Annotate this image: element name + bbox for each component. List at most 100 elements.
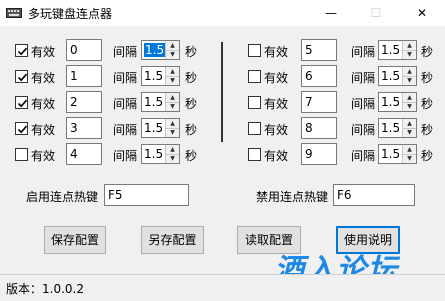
key-field[interactable]: 6 bbox=[301, 65, 337, 87]
interval-label: 间隔 bbox=[113, 45, 138, 59]
interval-value[interactable]: 1.5 bbox=[381, 147, 400, 161]
spin-down-icon[interactable]: ▼ bbox=[403, 50, 416, 59]
spinner-arrows[interactable]: ▲ ▼ bbox=[402, 41, 416, 59]
seconds-unit-label: 秒 bbox=[421, 149, 434, 163]
interval-value[interactable]: 1.5 bbox=[381, 95, 400, 109]
interval-value[interactable]: 1.5 bbox=[144, 95, 163, 109]
interval-value[interactable]: 1.5 bbox=[144, 43, 166, 57]
spinner-arrows[interactable]: ▲ ▼ bbox=[402, 145, 416, 163]
interval-label: 间隔 bbox=[113, 71, 138, 85]
spin-down-icon[interactable]: ▼ bbox=[403, 154, 416, 163]
version-label: 版本：1.0.0.2 bbox=[6, 282, 84, 296]
interval-spinner[interactable]: 1.5 ▲ ▼ bbox=[378, 144, 417, 164]
enable-checkbox[interactable] bbox=[248, 148, 261, 161]
interval-value[interactable]: 1.5 bbox=[144, 69, 163, 83]
spinner-arrows[interactable]: ▲ ▼ bbox=[165, 67, 179, 85]
spin-down-icon[interactable]: ▼ bbox=[166, 154, 179, 163]
spinner-arrows[interactable]: ▲ ▼ bbox=[402, 67, 416, 85]
interval-spinner[interactable]: 1.5 ▲ ▼ bbox=[141, 92, 180, 112]
spin-down-icon[interactable]: ▼ bbox=[403, 76, 416, 85]
keyboard-icon bbox=[6, 6, 22, 20]
enable-checkbox[interactable] bbox=[248, 122, 261, 135]
interval-label: 间隔 bbox=[351, 123, 376, 137]
checkmark-icon bbox=[17, 47, 28, 56]
key-field[interactable]: 8 bbox=[301, 117, 337, 139]
key-field[interactable]: 1 bbox=[66, 65, 102, 87]
enable-label: 有效 bbox=[264, 149, 289, 163]
spinner-arrows[interactable]: ▲ ▼ bbox=[402, 119, 416, 137]
interval-label: 间隔 bbox=[113, 123, 138, 137]
enable-label: 有效 bbox=[264, 71, 289, 85]
interval-spinner[interactable]: 1.5 ▲ ▼ bbox=[378, 66, 417, 86]
key-field[interactable]: 0 bbox=[66, 39, 102, 61]
spin-down-icon[interactable]: ▼ bbox=[166, 76, 179, 85]
interval-spinner[interactable]: 1.5 ▲ ▼ bbox=[141, 40, 180, 60]
enable-checkbox[interactable] bbox=[15, 44, 28, 57]
seconds-unit-label: 秒 bbox=[185, 123, 198, 137]
enable-label: 有效 bbox=[264, 45, 289, 59]
interval-value[interactable]: 1.5 bbox=[381, 69, 400, 83]
interval-spinner[interactable]: 1.5 ▲ ▼ bbox=[378, 92, 417, 112]
checkmark-icon bbox=[17, 125, 28, 134]
interval-spinner[interactable]: 1.5 ▲ ▼ bbox=[378, 118, 417, 138]
enable-checkbox[interactable] bbox=[248, 96, 261, 109]
interval-value[interactable]: 1.5 bbox=[144, 121, 163, 135]
enable-hotkey-label: 启用连点热键 bbox=[26, 190, 99, 204]
seconds-unit-label: 秒 bbox=[185, 71, 198, 85]
seconds-unit-label: 秒 bbox=[185, 45, 198, 59]
spin-down-icon[interactable]: ▼ bbox=[403, 128, 416, 137]
maximize-button: ☐ bbox=[370, 6, 382, 20]
spinner-arrows[interactable]: ▲ ▼ bbox=[165, 119, 179, 137]
interval-label: 间隔 bbox=[351, 149, 376, 163]
spin-down-icon[interactable]: ▼ bbox=[166, 128, 179, 137]
interval-value[interactable]: 1.5 bbox=[381, 43, 400, 57]
spin-down-icon[interactable]: ▼ bbox=[403, 102, 416, 111]
enable-checkbox[interactable] bbox=[15, 96, 28, 109]
seconds-unit-label: 秒 bbox=[185, 97, 198, 111]
save-as-config-button[interactable]: 另存配置 bbox=[141, 226, 204, 254]
seconds-unit-label: 秒 bbox=[421, 45, 434, 59]
disable-hotkey-field[interactable]: F6 bbox=[333, 184, 415, 206]
minimize-button[interactable]: — bbox=[308, 0, 354, 26]
seconds-unit-label: 秒 bbox=[421, 71, 434, 85]
interval-value[interactable]: 1.5 bbox=[381, 121, 400, 135]
save-config-button[interactable]: 保存配置 bbox=[44, 226, 106, 254]
enable-label: 有效 bbox=[31, 123, 56, 137]
interval-label: 间隔 bbox=[113, 149, 138, 163]
interval-spinner[interactable]: 1.5 ▲ ▼ bbox=[141, 118, 180, 138]
key-field[interactable]: 9 bbox=[301, 143, 337, 165]
enable-checkbox[interactable] bbox=[15, 122, 28, 135]
enable-checkbox[interactable] bbox=[248, 70, 261, 83]
interval-label: 间隔 bbox=[351, 97, 376, 111]
spin-down-icon[interactable]: ▼ bbox=[166, 50, 179, 59]
enable-label: 有效 bbox=[31, 71, 56, 85]
enable-checkbox[interactable] bbox=[248, 44, 261, 57]
key-field[interactable]: 4 bbox=[66, 143, 102, 165]
spin-down-icon[interactable]: ▼ bbox=[166, 102, 179, 111]
checkmark-icon bbox=[17, 73, 28, 82]
disable-hotkey-label: 禁用连点热键 bbox=[256, 190, 329, 204]
interval-spinner[interactable]: 1.5 ▲ ▼ bbox=[378, 40, 417, 60]
close-button[interactable]: ✕ bbox=[399, 0, 445, 26]
interval-value[interactable]: 1.5 bbox=[144, 147, 163, 161]
key-field[interactable]: 3 bbox=[66, 117, 102, 139]
spinner-arrows[interactable]: ▲ ▼ bbox=[165, 93, 179, 111]
spinner-arrows[interactable]: ▲ ▼ bbox=[165, 41, 179, 59]
seconds-unit-label: 秒 bbox=[421, 123, 434, 137]
key-field[interactable]: 5 bbox=[301, 39, 337, 61]
enable-label: 有效 bbox=[31, 149, 56, 163]
seconds-unit-label: 秒 bbox=[421, 97, 434, 111]
key-field[interactable]: 7 bbox=[301, 91, 337, 113]
enable-hotkey-field[interactable]: F5 bbox=[104, 184, 189, 206]
window-title: 多玩键盘连点器 bbox=[28, 7, 113, 21]
spinner-arrows[interactable]: ▲ ▼ bbox=[165, 145, 179, 163]
enable-label: 有效 bbox=[264, 97, 289, 111]
spinner-arrows[interactable]: ▲ ▼ bbox=[402, 93, 416, 111]
interval-label: 间隔 bbox=[351, 45, 376, 59]
key-field[interactable]: 2 bbox=[66, 91, 102, 113]
enable-checkbox[interactable] bbox=[15, 148, 28, 161]
interval-spinner[interactable]: 1.5 ▲ ▼ bbox=[141, 144, 180, 164]
interval-spinner[interactable]: 1.5 ▲ ▼ bbox=[141, 66, 180, 86]
enable-checkbox[interactable] bbox=[15, 70, 28, 83]
interval-label: 间隔 bbox=[113, 97, 138, 111]
